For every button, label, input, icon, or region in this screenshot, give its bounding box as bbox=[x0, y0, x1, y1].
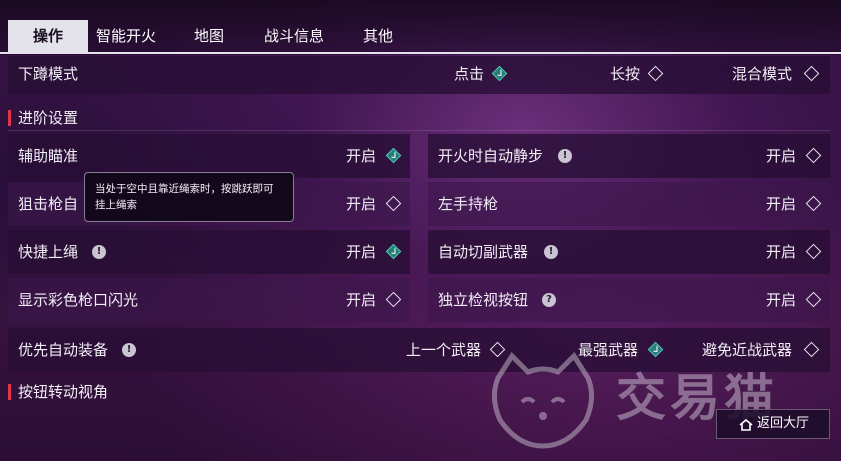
setting-row-auto-silent-walk: 开火时自动静步 ! 开启 bbox=[428, 134, 830, 178]
toggle-label[interactable]: 开启 bbox=[346, 230, 376, 274]
section-title-button-look: 按钮转动视角 bbox=[18, 383, 109, 401]
setting-row-left-hand: 左手持枪 开启 bbox=[428, 182, 830, 226]
diamond-icon[interactable] bbox=[805, 147, 822, 164]
toggle-label[interactable]: 开启 bbox=[346, 182, 376, 226]
tab-combat-info[interactable]: 战斗信息 bbox=[250, 20, 338, 52]
setting-label: 辅助瞄准 bbox=[18, 147, 79, 165]
diamond-icon[interactable] bbox=[647, 65, 664, 82]
setting-label: 显示彩色枪口闪光 bbox=[18, 291, 139, 309]
home-icon bbox=[739, 419, 753, 431]
tab-smart-fire[interactable]: 智能开火 bbox=[88, 20, 164, 52]
setting-row-muzzle-flash: 显示彩色枪口闪光 开启 bbox=[8, 278, 410, 322]
diamond-icon[interactable] bbox=[803, 65, 820, 82]
diamond-icon[interactable] bbox=[385, 291, 402, 308]
section-title-advanced: 进阶设置 bbox=[18, 109, 79, 127]
section-marker bbox=[8, 384, 11, 400]
option-mixed[interactable]: 混合模式 bbox=[732, 56, 792, 92]
tooltip: 当处于空中且靠近绳索时，按跳跃即可挂上绳索 bbox=[84, 172, 294, 222]
selected-diamond-icon[interactable] bbox=[385, 243, 402, 260]
option-tap[interactable]: 点击 bbox=[454, 56, 484, 92]
toggle-label[interactable]: 开启 bbox=[766, 134, 796, 178]
tab-map[interactable]: 地图 bbox=[176, 20, 242, 52]
setting-label: 下蹲模式 bbox=[18, 65, 79, 83]
setting-label: 狙击枪自 bbox=[18, 195, 79, 213]
setting-row-inspect-button: 独立检视按钮 ? 开启 bbox=[428, 278, 830, 322]
setting-label: 开火时自动静步 bbox=[438, 147, 544, 165]
setting-label: 左手持枪 bbox=[438, 195, 499, 213]
toggle-label[interactable]: 开启 bbox=[346, 134, 376, 178]
tab-operation[interactable]: 操作 bbox=[8, 20, 88, 52]
section-marker bbox=[8, 110, 11, 126]
toggle-label[interactable]: 开启 bbox=[766, 230, 796, 274]
selected-diamond-icon[interactable] bbox=[491, 65, 508, 82]
setting-label: 快捷上绳 bbox=[18, 243, 79, 261]
diamond-icon[interactable] bbox=[805, 291, 822, 308]
info-icon[interactable]: ! bbox=[122, 343, 136, 357]
setting-label: 独立检视按钮 bbox=[438, 291, 529, 309]
setting-row-auto-switch-secondary: 自动切副武器 ! 开启 bbox=[428, 230, 830, 274]
toggle-label[interactable]: 开启 bbox=[766, 182, 796, 226]
tab-underline bbox=[0, 52, 841, 54]
toggle-label[interactable]: 开启 bbox=[766, 278, 796, 322]
tab-bar: 操作 智能开火 地图 战斗信息 其他 bbox=[0, 0, 841, 55]
diamond-icon[interactable] bbox=[385, 195, 402, 212]
setting-row-crouch: 下蹲模式 点击 长按 混合模式 bbox=[8, 56, 830, 94]
tab-other[interactable]: 其他 bbox=[346, 20, 410, 52]
info-icon[interactable]: ! bbox=[558, 149, 572, 163]
return-lobby-label: 返回大厅 bbox=[757, 416, 810, 431]
diamond-icon[interactable] bbox=[805, 243, 822, 260]
option-hold[interactable]: 长按 bbox=[610, 56, 640, 92]
section-divider bbox=[8, 130, 830, 131]
info-icon[interactable]: ! bbox=[92, 245, 106, 259]
setting-label: 优先自动装备 bbox=[18, 341, 109, 359]
option-last-weapon[interactable]: 上一个武器 bbox=[406, 328, 481, 372]
info-icon[interactable]: ! bbox=[544, 245, 558, 259]
cat-logo-icon bbox=[492, 352, 594, 449]
toggle-label[interactable]: 开启 bbox=[346, 278, 376, 322]
selected-diamond-icon[interactable] bbox=[385, 147, 402, 164]
setting-row-quick-rope: 快捷上绳 ! 开启 bbox=[8, 230, 410, 274]
help-icon[interactable]: ? bbox=[542, 293, 556, 307]
return-lobby-button[interactable]: 返回大厅 bbox=[716, 409, 830, 439]
diamond-icon[interactable] bbox=[805, 195, 822, 212]
setting-label: 自动切副武器 bbox=[438, 243, 529, 261]
